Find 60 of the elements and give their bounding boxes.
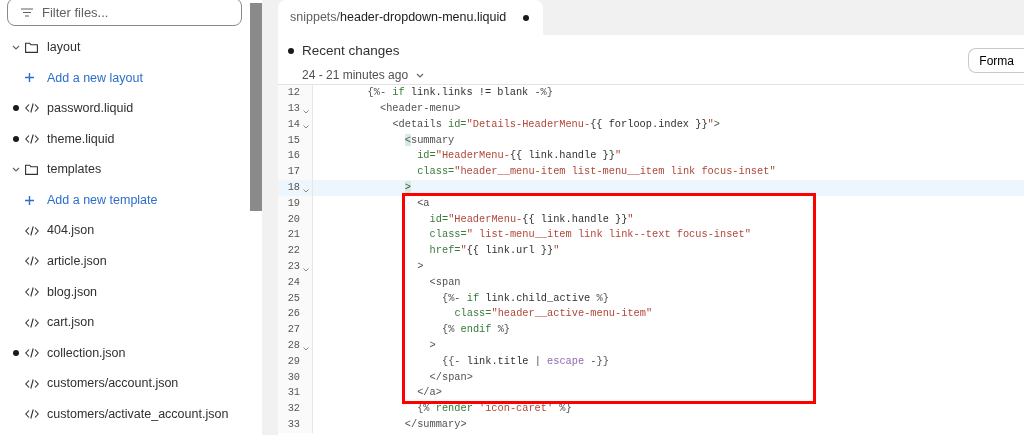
format-button[interactable]: Forma bbox=[968, 48, 1024, 73]
line-number: 20 bbox=[286, 211, 300, 227]
code-line: </a> bbox=[417, 385, 442, 401]
code-line: </span> bbox=[429, 369, 473, 385]
line-number: 21 bbox=[286, 227, 300, 243]
code-line: <details id="Details-HeaderMenu-{{ forloop.index }}"> bbox=[392, 116, 720, 132]
line-number: 32 bbox=[286, 401, 300, 417]
code-line: <header-menu> bbox=[380, 100, 461, 116]
code-line: class=" list-menu__item link link--text focus-inset" bbox=[429, 227, 751, 243]
file-name[interactable]: password.liquid bbox=[47, 99, 134, 118]
code-line: {% endif %} bbox=[442, 322, 510, 338]
line-number: 18 bbox=[286, 179, 300, 195]
file-name[interactable]: blog.json bbox=[47, 282, 98, 302]
line-number: 27 bbox=[286, 322, 300, 338]
line-number: 22 bbox=[286, 243, 300, 259]
file-name[interactable]: customers/account.json bbox=[47, 374, 179, 394]
code-line: <span bbox=[429, 274, 461, 290]
recent-changes-title: Recent changes bbox=[302, 42, 400, 60]
line-number: 14 bbox=[286, 116, 300, 132]
history-dropdown[interactable]: 24 - 21 minutes ago bbox=[302, 66, 425, 85]
file-name[interactable]: collection.json bbox=[47, 343, 126, 363]
code-line: </summary> bbox=[404, 416, 467, 432]
file-name[interactable]: customers/activate_account.json bbox=[47, 405, 229, 424]
file-name[interactable]: article.json bbox=[47, 252, 107, 271]
line-number: 29 bbox=[286, 353, 300, 369]
filter-field[interactable]: Filter files... bbox=[7, 0, 242, 26]
code-line: > bbox=[417, 258, 424, 274]
file-tab[interactable]: snippets/header-dropdown-menu.liquid bbox=[278, 0, 543, 35]
code-line: {{- link.title | escape -}} bbox=[442, 353, 609, 369]
code-line: {%- if link.links != blank -%} bbox=[367, 85, 553, 101]
code-line: id="HeaderMenu-{{ link.handle }}" bbox=[429, 211, 634, 227]
add-link[interactable]: Add a new layout bbox=[47, 68, 143, 88]
line-number: 19 bbox=[286, 195, 300, 211]
line-number: 25 bbox=[286, 290, 300, 306]
code-line: class="header__menu-item list-menu__item link focus-inset" bbox=[417, 164, 776, 180]
line-number: 16 bbox=[286, 148, 300, 164]
line-number: 30 bbox=[286, 369, 300, 385]
code-line: <summary bbox=[404, 132, 455, 148]
line-number: 33 bbox=[286, 416, 300, 432]
code-line: id="HeaderMenu-{{ link.handle }}" bbox=[417, 148, 622, 164]
line-number: 23 bbox=[286, 258, 300, 274]
line-number: 28 bbox=[286, 337, 300, 353]
file-name[interactable]: cart.json bbox=[47, 313, 95, 332]
code-line: href="{{ link.url }}" bbox=[429, 243, 560, 259]
add-link[interactable]: Add a new template bbox=[47, 190, 158, 210]
code-line: <a bbox=[417, 195, 430, 211]
code-line: class="header__active-menu-item" bbox=[454, 306, 653, 322]
line-number: 24 bbox=[286, 274, 300, 290]
file-name[interactable]: theme.liquid bbox=[47, 129, 115, 149]
code-line: > bbox=[429, 337, 436, 353]
line-number: 17 bbox=[286, 164, 300, 180]
line-number: 26 bbox=[286, 306, 300, 322]
code-line: {%- if link.child_active %} bbox=[442, 290, 609, 306]
folder-label[interactable]: templates bbox=[47, 160, 102, 180]
line-number: 15 bbox=[286, 132, 300, 148]
line-number: 31 bbox=[286, 385, 300, 401]
line-number: 12 bbox=[286, 85, 300, 101]
file-name[interactable]: 404.json bbox=[47, 221, 95, 241]
line-number: 13 bbox=[286, 100, 300, 116]
folder-label[interactable]: layout bbox=[47, 37, 81, 57]
